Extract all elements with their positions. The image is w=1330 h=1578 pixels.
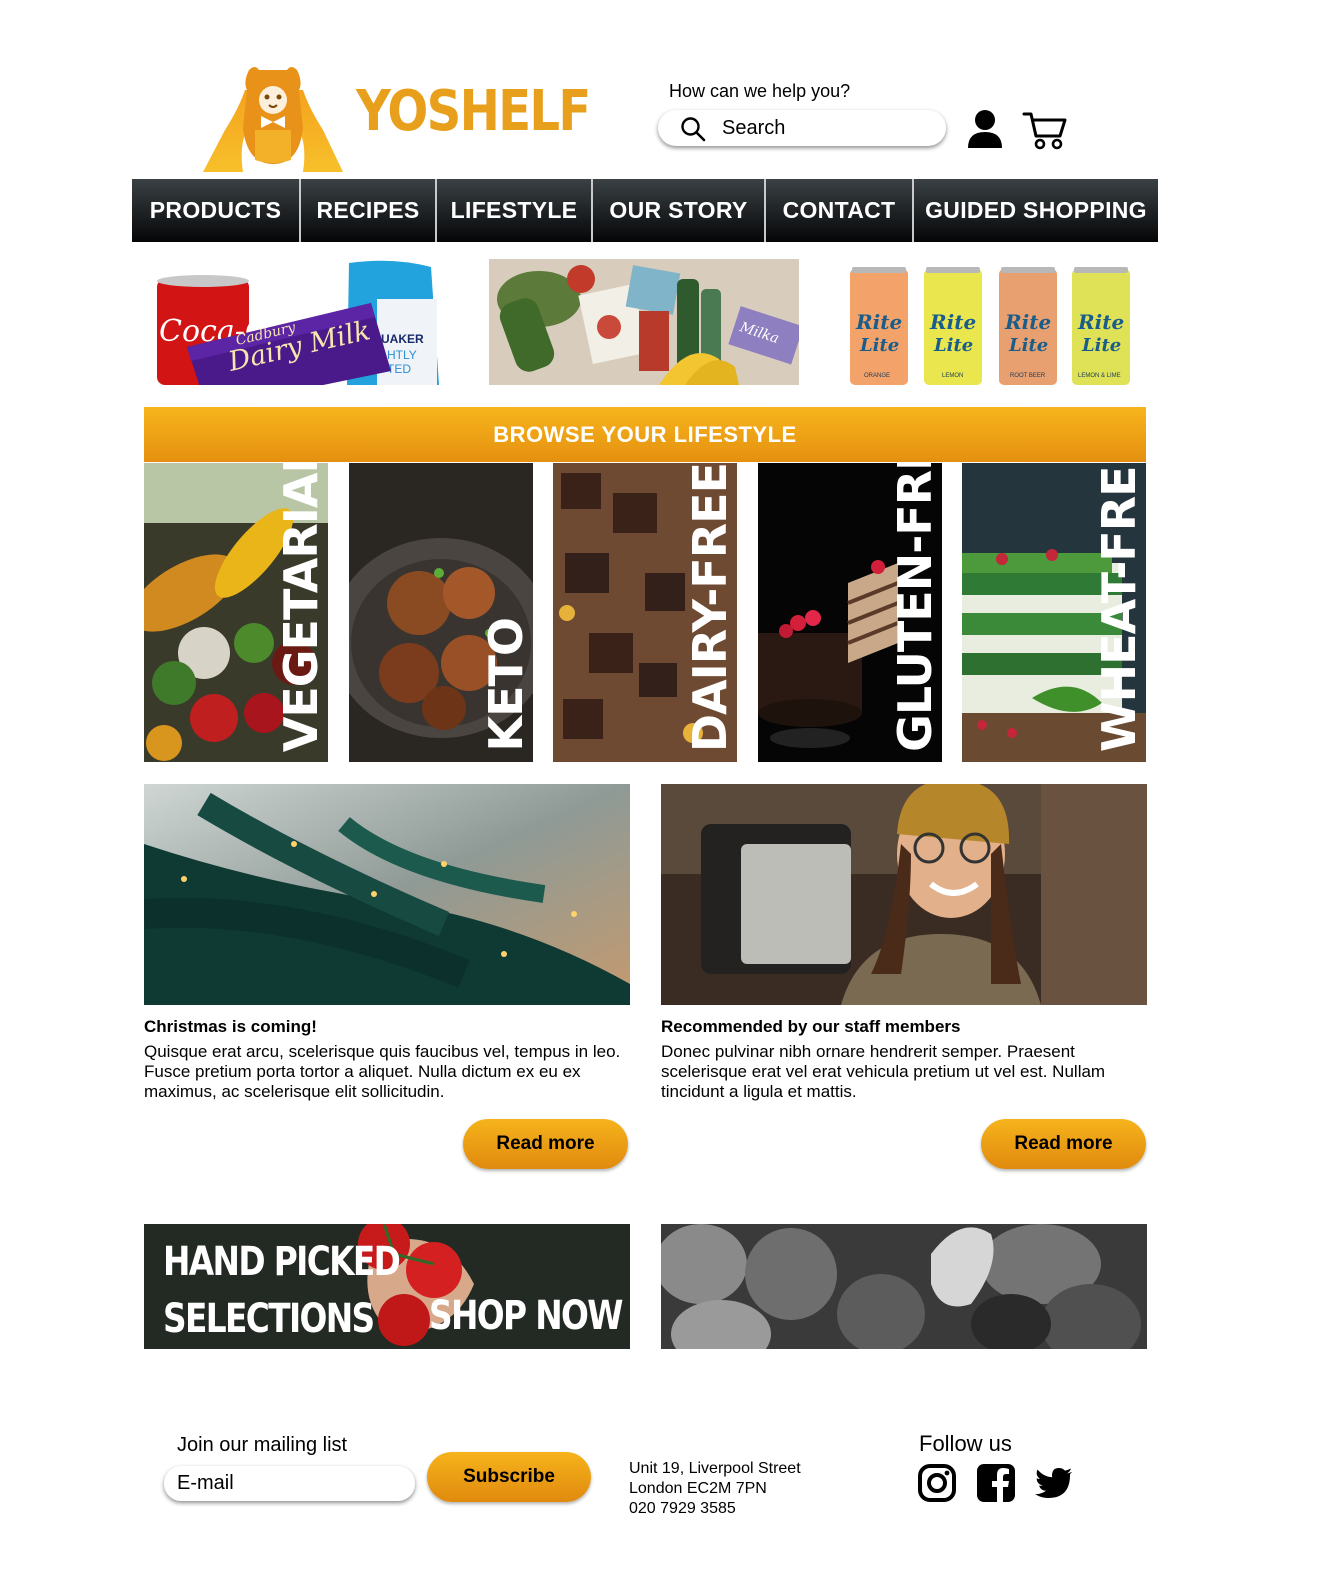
svg-text:Rite: Rite bbox=[1077, 310, 1124, 334]
search-input[interactable] bbox=[722, 110, 922, 146]
svg-text:ROOT BEER: ROOT BEER bbox=[1010, 373, 1046, 379]
instagram-icon[interactable] bbox=[917, 1463, 957, 1503]
nav-contact[interactable]: CONTACT bbox=[766, 179, 914, 242]
staff-member-image[interactable] bbox=[661, 784, 1147, 1005]
article-body: Quisque erat arcu, scelerisque quis fauc… bbox=[144, 1042, 621, 1101]
article-title: Christmas is coming! bbox=[144, 1017, 317, 1036]
main-nav: PRODUCTS RECIPES LIFESTYLE OUR STORY CON… bbox=[132, 179, 1158, 242]
phone-number: 020 7929 3585 bbox=[629, 1500, 736, 1517]
email-field[interactable] bbox=[164, 1466, 415, 1501]
address-line: Unit 19, Liverpool Street bbox=[629, 1460, 801, 1477]
svg-text:Rite: Rite bbox=[929, 310, 976, 334]
svg-text:Lite: Lite bbox=[1008, 335, 1048, 356]
nav-products[interactable]: PRODUCTS bbox=[132, 179, 301, 242]
hand-picked-banner[interactable]: HAND PICKED SELECTIONS SHOP NOW bbox=[144, 1224, 630, 1349]
tile-label: GLUTEN-FREE bbox=[888, 463, 942, 752]
lifestyle-tile-dairy-free[interactable]: DAIRY-FREE bbox=[553, 463, 737, 762]
peppers-image[interactable] bbox=[661, 1224, 1147, 1349]
svg-text:Lite: Lite bbox=[933, 335, 973, 356]
banner-headline: HAND PICKED bbox=[163, 1239, 401, 1285]
twitter-icon[interactable] bbox=[1034, 1463, 1074, 1503]
promo-drinks-image[interactable]: Rite Lite ORANGE Rite Lite LEMON Rite Li… bbox=[848, 259, 1131, 385]
search-bar[interactable] bbox=[658, 110, 946, 146]
banner-headline: SELECTIONS bbox=[163, 1296, 375, 1342]
lifestyle-tile-vegetarian[interactable]: VEGETARIAN bbox=[144, 463, 328, 762]
christmas-tree-image[interactable] bbox=[144, 784, 630, 1005]
svg-text:Rite: Rite bbox=[855, 310, 902, 334]
email-input[interactable] bbox=[177, 1466, 397, 1501]
nav-lifestyle[interactable]: LIFESTYLE bbox=[437, 179, 593, 242]
svg-text:HTLY: HTLY bbox=[387, 348, 417, 362]
shop-now-link[interactable]: SHOP NOW bbox=[429, 1296, 623, 1336]
nav-recipes[interactable]: RECIPES bbox=[301, 179, 437, 242]
promo-snacks-image[interactable]: Coca-Co UAKER HTLY TED Dairy Milk Cadbur… bbox=[157, 259, 439, 385]
tile-label: VEGETARIAN bbox=[274, 463, 328, 752]
bear-logo-icon[interactable] bbox=[203, 60, 343, 172]
cart-icon[interactable] bbox=[1022, 110, 1068, 150]
tile-label: KETO bbox=[479, 618, 533, 752]
svg-text:Lite: Lite bbox=[1081, 335, 1121, 356]
address-block: Unit 19, Liverpool Street London EC2M 7P… bbox=[629, 1459, 801, 1519]
lifestyle-heading: BROWSE YOUR LIFESTYLE bbox=[144, 407, 1146, 462]
article-title: Recommended by our staff members bbox=[661, 1017, 961, 1036]
promo-groceries-image[interactable]: Milka bbox=[489, 259, 799, 385]
subscribe-button[interactable]: Subscribe bbox=[427, 1452, 591, 1502]
read-more-button[interactable]: Read more bbox=[981, 1119, 1146, 1169]
lifestyle-tile-gluten-free[interactable]: GLUTEN-FREE bbox=[758, 463, 942, 762]
follow-us-label: Follow us bbox=[919, 1431, 1012, 1456]
brand-wordmark[interactable]: YOSHELF bbox=[356, 84, 591, 140]
svg-text:TED: TED bbox=[387, 362, 411, 376]
nav-our-story[interactable]: OUR STORY bbox=[593, 179, 766, 242]
nav-guided-shopping[interactable]: GUIDED SHOPPING bbox=[914, 179, 1158, 242]
address-line: London EC2M 7PN bbox=[629, 1480, 767, 1497]
svg-text:UAKER: UAKER bbox=[381, 332, 424, 346]
tile-label: DAIRY-FREE bbox=[683, 463, 737, 752]
lifestyle-tile-keto[interactable]: KETO bbox=[349, 463, 533, 762]
tile-label: WHEAT-FREE bbox=[1092, 463, 1146, 752]
user-icon[interactable] bbox=[966, 108, 1004, 150]
svg-text:ORANGE: ORANGE bbox=[864, 373, 890, 379]
article-body: Donec pulvinar nibh ornare hendrerit sem… bbox=[661, 1042, 1106, 1101]
help-prompt: How can we help you? bbox=[669, 81, 851, 101]
facebook-icon[interactable] bbox=[976, 1463, 1016, 1503]
search-icon[interactable] bbox=[680, 116, 706, 142]
svg-text:LEMON & LIME: LEMON & LIME bbox=[1078, 373, 1121, 379]
svg-text:Lite: Lite bbox=[859, 335, 899, 356]
mailing-list-label: Join our mailing list bbox=[177, 1434, 348, 1456]
svg-text:LEMON: LEMON bbox=[942, 373, 963, 379]
lifestyle-tile-wheat-free[interactable]: WHEAT-FREE bbox=[962, 463, 1146, 762]
svg-text:Rite: Rite bbox=[1004, 310, 1051, 334]
read-more-button[interactable]: Read more bbox=[463, 1119, 628, 1169]
